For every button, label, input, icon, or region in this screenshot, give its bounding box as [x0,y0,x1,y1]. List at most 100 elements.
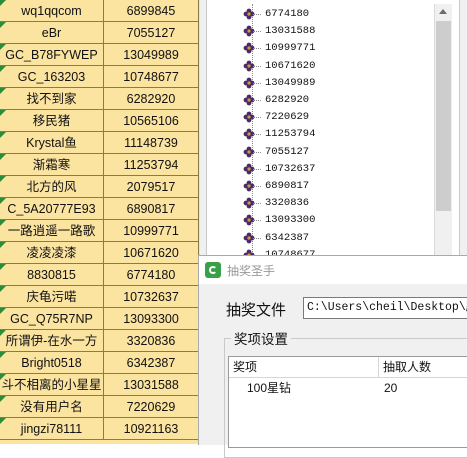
id-cell[interactable]: 6899845 [104,0,199,22]
id-cell[interactable]: 6282920 [104,88,199,110]
username-cell[interactable]: 所谓伊-在水一方 [0,330,104,352]
file-label: 抽奖文件 [226,302,287,319]
sheet-row: jingzi78111 10921163 [0,418,200,440]
id-list-item-text: 13031588 [265,25,316,38]
cell-error-marker-icon [0,418,6,424]
id-cell[interactable]: 10671620 [104,242,199,264]
id-cell[interactable]: 2079517 [104,176,199,198]
username-cell[interactable]: C_5A20777E93 [0,198,104,220]
cell-error-marker-icon [0,396,6,402]
dialog-titlebar[interactable]: 抽奖圣手 [199,256,467,284]
id-list-item[interactable]: 13093300 [241,212,441,229]
username-cell[interactable]: 找不到家 [0,88,104,110]
username-cell[interactable]: 庆龟污喏 [0,286,104,308]
column-header-count[interactable]: 抽取人数 [379,357,467,377]
username-cell[interactable]: 8830815 [0,264,104,286]
username-cell[interactable]: 斗不相离的小星星 [0,374,104,396]
id-cell[interactable]: 7220629 [104,396,199,418]
username-cell[interactable]: eBr [0,22,104,44]
tree-branch-line [253,220,261,222]
id-list-item[interactable]: 10999771 [241,40,441,57]
id-list-item[interactable]: 6774180 [241,6,441,23]
column-header-prize[interactable]: 奖项 [229,357,379,377]
id-cell[interactable]: 10748677 [104,66,199,88]
id-list-item[interactable]: 3320836 [241,195,441,212]
prize-table[interactable]: 奖项 抽取人数 100星钻 20 [228,356,467,448]
id-list-item-text: 7220629 [265,111,310,124]
panel-edge [459,0,467,264]
sheet-row: 8830815 6774180 [0,264,200,286]
id-cell[interactable]: 11253794 [104,154,199,176]
id-cell[interactable]: 11148739 [104,132,199,154]
id-list-item[interactable]: 6890817 [241,178,441,195]
cell-error-marker-icon [0,44,6,50]
id-cell[interactable]: 3320836 [104,330,199,352]
id-list-item-text: 11253794 [265,128,316,141]
id-list-item-text: 10671620 [265,59,316,72]
sheet-row: 没有用户名 7220629 [0,396,200,418]
id-list-item-text: 6282920 [265,94,310,106]
cell-error-marker-icon [0,330,6,336]
cell-error-marker-icon [0,264,6,270]
id-list-item[interactable]: 7220629 [241,109,441,126]
username-cell[interactable]: GC_163203 [0,66,104,88]
id-cell[interactable]: 10921163 [104,418,199,440]
id-list-item[interactable]: 11253794 [241,126,441,143]
cell-error-marker-icon [0,352,6,358]
username-cell[interactable]: 北方的风 [0,176,104,198]
lottery-dialog: 抽奖圣手 抽奖文件 C:\Users\cheil\Desktop\版块 奖项设置… [198,255,467,458]
username-cell[interactable]: jingzi78111 [0,418,104,440]
username-cell[interactable]: 凌凌凌漆 [0,242,104,264]
count-cell[interactable]: 20 [384,379,397,397]
username-cell[interactable]: Krystal鱼 [0,132,104,154]
sheet-row: GC_B78FYWEP 13049989 [0,44,200,66]
username-cell[interactable]: wq1qqcom [0,0,104,22]
cell-error-marker-icon [0,22,6,28]
id-cell[interactable]: 10565106 [104,110,199,132]
id-cell[interactable]: 10732637 [104,286,199,308]
prize-cell[interactable]: 100星钻 [247,379,291,397]
id-cell[interactable]: 13031588 [104,374,199,396]
id-list-item[interactable]: 13031588 [241,23,441,40]
username-cell[interactable]: Bright0518 [0,352,104,374]
dialog-title: 抽奖圣手 [227,264,276,278]
id-cell[interactable]: 6774180 [104,264,199,286]
id-list-item[interactable]: 6342387 [241,230,441,247]
sheet-row: eBr 7055127 [0,22,200,44]
id-list-item-text: 7055127 [265,145,310,158]
id-cell[interactable]: 6890817 [104,198,199,220]
cell-error-marker-icon [0,242,6,248]
username-cell[interactable]: 渐霜寒 [0,154,104,176]
id-list-panel: 6774180 13031588 10999771 10671620 13049989 6… [206,0,467,278]
id-list-item[interactable]: 10732637 [241,161,441,178]
id-list-item[interactable]: 13049989 [241,75,441,92]
id-cell[interactable]: 7055127 [104,22,199,44]
sheet-row: 找不到家 6282920 [0,88,200,110]
tree-branch-line [253,100,261,101]
tree-branch-line [253,134,261,136]
id-list-item[interactable]: 6282920 [241,92,441,109]
sheet-row: 移民猪 10565106 [0,110,200,132]
sheet-row: GC_Q75R7NP 13093300 [0,308,200,330]
cell-error-marker-icon [0,110,6,116]
sheet-row: Bright0518 6342387 [0,352,200,374]
id-cell[interactable]: 10999771 [104,220,199,242]
id-list-item-text: 13049989 [265,76,316,89]
username-cell[interactable]: GC_Q75R7NP [0,308,104,330]
id-cell[interactable]: 6342387 [104,352,199,374]
tree-branch-line [253,186,261,187]
tree-branch-line [253,151,261,153]
id-cell[interactable]: 13093300 [104,308,199,330]
username-cell[interactable]: 移民猪 [0,110,104,132]
id-cell[interactable]: 13049989 [104,44,199,66]
id-list-item[interactable]: 7055127 [241,144,441,161]
cell-error-marker-icon [0,66,6,72]
file-path-input[interactable]: C:\Users\cheil\Desktop\版块 [303,297,467,319]
username-cell[interactable]: 一路逍遥一路歌 [0,220,104,242]
cell-error-marker-icon [0,286,6,292]
tree-branch-line [253,203,261,205]
username-cell[interactable]: GC_B78FYWEP [0,44,104,66]
tree-branch-line [253,237,261,239]
id-list-item[interactable]: 10671620 [241,58,441,75]
username-cell[interactable]: 没有用户名 [0,396,104,418]
